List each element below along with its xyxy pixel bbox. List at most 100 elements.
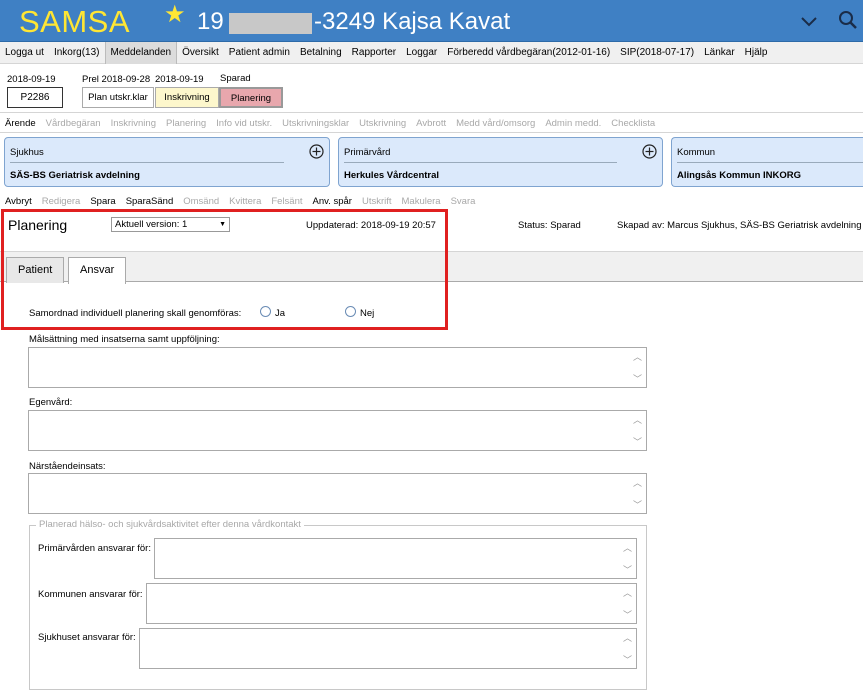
radio-nej[interactable] [345, 306, 356, 317]
action-svara[interactable]: Svara [446, 196, 481, 207]
menu-inkorg[interactable]: Inkorg(13) [49, 42, 105, 64]
action-redigera[interactable]: Redigera [37, 196, 86, 207]
star-icon[interactable]: ★ [164, 0, 186, 29]
stepnav-info-vid-utskr[interactable]: Info vid utskr. [211, 118, 277, 129]
action-avbryt[interactable]: Avbryt [0, 196, 37, 207]
stepnav-medd-vard-omsorg[interactable]: Medd vård/omsorg [451, 118, 540, 129]
updated-timestamp: Uppdaterad: 2018-09-19 20:57 [306, 220, 436, 231]
menu-forberedd-vardbegaran[interactable]: Förberedd vårdbegäran(2012-01-16) [442, 42, 615, 64]
action-spara[interactable]: Spara [85, 196, 120, 207]
action-kvittera[interactable]: Kvittera [224, 196, 266, 207]
action-sparasand[interactable]: SparaSänd [121, 196, 179, 207]
scroll-down-icon[interactable]: ﹀ [623, 563, 632, 576]
stepnav-avbrott[interactable]: Avbrott [411, 118, 451, 129]
menu-loggar[interactable]: Loggar [401, 42, 442, 64]
scrollbar[interactable]: ︿ ﹀ [629, 411, 646, 450]
radio-ja-label: Ja [275, 308, 286, 319]
card-title: Primärvård [344, 147, 391, 158]
menu-hjalp[interactable]: Hjälp [740, 42, 773, 64]
step-plan-utskr-klar[interactable]: Plan utskr.klar [82, 87, 154, 108]
action-makulera[interactable]: Makulera [397, 196, 446, 207]
redacted-block [229, 13, 312, 34]
add-circle-icon[interactable] [642, 144, 657, 159]
card-divider [10, 162, 284, 163]
patient-title: -3249 Kajsa Kavat [314, 8, 510, 36]
card-primarvard[interactable]: Primärvård Herkules Vårdcentral [338, 137, 663, 187]
field-label-malsattning: Målsättning med insatserna samt uppföljn… [29, 334, 220, 345]
scroll-up-icon[interactable]: ︿ [633, 413, 642, 426]
textarea-malsattning[interactable]: ︿ ﹀ [28, 347, 647, 388]
add-circle-icon[interactable] [309, 144, 324, 159]
stepnav-vardbegaran[interactable]: Vårdbegäran [41, 118, 106, 129]
textarea-primarvarden[interactable]: ︿ ﹀ [154, 538, 637, 579]
menu-lankar[interactable]: Länkar [699, 42, 740, 64]
field-label-sjukhuset: Sjukhuset ansvarar för: [38, 632, 136, 643]
scroll-up-icon[interactable]: ︿ [633, 350, 642, 363]
radio-ja[interactable] [260, 306, 271, 317]
scroll-down-icon[interactable]: ﹀ [623, 608, 632, 621]
menu-oversikt[interactable]: Översikt [177, 42, 224, 64]
stepnav-utskrivningsklar[interactable]: Utskrivningsklar [277, 118, 354, 129]
action-utskrift[interactable]: Utskrift [357, 196, 397, 207]
scroll-down-icon[interactable]: ﹀ [633, 372, 642, 385]
scrollbar[interactable]: ︿ ﹀ [629, 348, 646, 387]
scrollbar[interactable]: ︿ ﹀ [619, 539, 636, 578]
dropdown-arrow-icon: ▼ [219, 221, 226, 228]
step-inskrivning[interactable]: Inskrivning [155, 87, 219, 108]
scrollbar[interactable]: ︿ ﹀ [629, 474, 646, 513]
divider [0, 132, 863, 133]
scrollbar[interactable]: ︿ ﹀ [619, 629, 636, 668]
card-value: SÄS-BS Geriatrisk avdelning [10, 170, 140, 181]
scroll-up-icon[interactable]: ︿ [623, 631, 632, 644]
version-select[interactable]: Aktuell version: 1 ▼ [111, 217, 230, 232]
id-date: 2018-09-19 [7, 74, 56, 85]
step-planering[interactable]: Planering [219, 87, 283, 108]
tab-strip: Patient Ansvar [0, 251, 863, 284]
menu-sip[interactable]: SIP(2018-07-17) [615, 42, 699, 64]
case-id: P2286 [7, 87, 63, 108]
scroll-down-icon[interactable]: ﹀ [633, 435, 642, 448]
version-value: Aktuell version: 1 [115, 219, 188, 230]
menu-rapporter[interactable]: Rapporter [347, 42, 401, 64]
scroll-up-icon[interactable]: ︿ [623, 541, 632, 554]
card-divider [344, 162, 617, 163]
menu-logga-ut[interactable]: Logga ut [0, 42, 49, 64]
stepnav-inskrivning[interactable]: Inskrivning [106, 118, 161, 129]
card-sjukhus[interactable]: Sjukhus SÄS-BS Geriatrisk avdelning [4, 137, 330, 187]
textarea-egenvard[interactable]: ︿ ﹀ [28, 410, 647, 451]
search-icon[interactable] [838, 10, 858, 30]
textarea-narstaendeinsats[interactable]: ︿ ﹀ [28, 473, 647, 514]
patient-number-prefix: 19 [197, 8, 224, 35]
menu-meddelanden[interactable]: Meddelanden [104, 41, 178, 64]
stepnav-arende[interactable]: Ärende [0, 118, 41, 129]
app-header: SAMSA ★ 19 -3249 Kajsa Kavat [0, 0, 863, 42]
card-value: Herkules Vårdcentral [344, 170, 440, 181]
chevron-down-icon[interactable] [800, 12, 818, 30]
scroll-down-icon[interactable]: ﹀ [623, 653, 632, 666]
scroll-down-icon[interactable]: ﹀ [633, 498, 642, 511]
tab-patient[interactable]: Patient [6, 257, 65, 283]
field-label-narstaendeinsats: Närståendeinsats: [29, 461, 106, 472]
action-omsand[interactable]: Omsänd [178, 196, 224, 207]
main-menu: Logga ut Inkorg(13) Meddelanden Översikt… [0, 41, 863, 64]
card-title: Kommun [677, 147, 716, 158]
scrollbar[interactable]: ︿ ﹀ [619, 584, 636, 623]
scroll-up-icon[interactable]: ︿ [623, 586, 632, 599]
menu-patient-admin[interactable]: Patient admin [224, 42, 295, 64]
stepnav-admin-medd[interactable]: Admin medd. [540, 118, 606, 129]
textarea-kommunen[interactable]: ︿ ﹀ [146, 583, 637, 624]
card-kommun[interactable]: Kommun Alingsås Kommun INKORG [671, 137, 863, 187]
field-label-kommunen: Kommunen ansvarar för: [38, 589, 143, 600]
action-anv-spar[interactable]: Anv. spår [308, 196, 357, 207]
patient-name: Kajsa Kavat [382, 8, 511, 35]
scroll-up-icon[interactable]: ︿ [633, 476, 642, 489]
stepnav-utskrivning[interactable]: Utskrivning [354, 118, 411, 129]
tab-ansvar[interactable]: Ansvar [68, 257, 127, 284]
field-label-egenvard: Egenvård: [29, 397, 73, 408]
textarea-sjukhuset[interactable]: ︿ ﹀ [139, 628, 637, 669]
stepnav-planering[interactable]: Planering [161, 118, 211, 129]
menu-betalning[interactable]: Betalning [295, 42, 347, 64]
stepnav-checklista[interactable]: Checklista [606, 118, 660, 129]
action-felsant[interactable]: Felsänt [266, 196, 307, 207]
patient-number-suffix: -3249 [314, 8, 376, 35]
